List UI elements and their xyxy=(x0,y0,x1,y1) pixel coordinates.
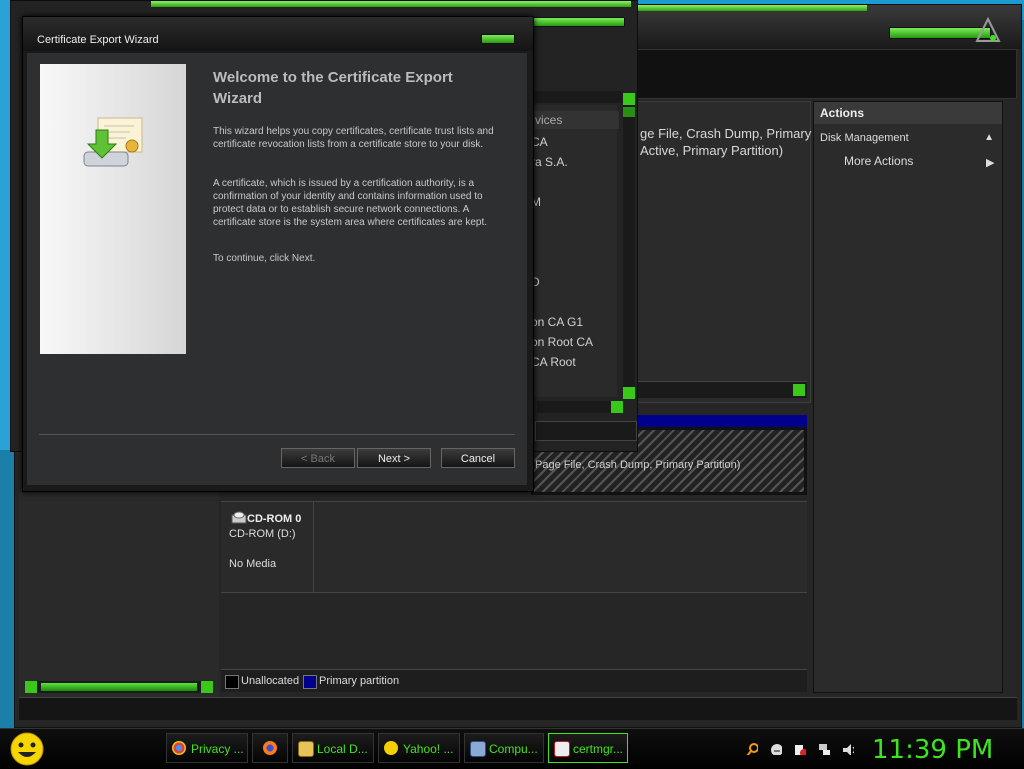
scroll-right-icon[interactable] xyxy=(793,384,805,396)
disk-legend: Unallocated Primary partition xyxy=(221,669,807,692)
computer-management-icon xyxy=(470,741,486,757)
cert-hscroll[interactable] xyxy=(537,401,623,413)
back-button[interactable]: < Back xyxy=(281,448,355,468)
logo-icon xyxy=(975,17,1001,42)
cert-list-item[interactable]: on Root CA xyxy=(531,335,593,349)
slider-right-icon[interactable] xyxy=(201,681,213,693)
messenger-status-icon[interactable] xyxy=(770,743,782,755)
network-alert-icon[interactable] xyxy=(794,743,806,755)
task-label: Compu... xyxy=(489,742,538,756)
certmgr-breadcrumb xyxy=(531,91,623,103)
unallocated-swatch xyxy=(225,675,239,689)
certificate-export-icon xyxy=(83,117,143,167)
volume-line-2: Active, Primary Partition) xyxy=(640,143,784,158)
actions-section-label: Disk Management xyxy=(820,132,909,144)
wizard-title: Certificate Export Wizard xyxy=(37,34,159,46)
start-button-smiley-icon[interactable] xyxy=(8,731,46,767)
actions-section-disk-management[interactable]: Disk Management ▲ xyxy=(814,128,1002,148)
next-button[interactable]: Next > xyxy=(357,448,431,468)
taskbar-clock[interactable]: 11:39 PM xyxy=(872,735,993,765)
wizard-intro-text: This wizard helps you copy certificates,… xyxy=(213,126,494,150)
more-actions-item[interactable]: More Actions xyxy=(844,154,913,168)
cert-column-header[interactable]: vices xyxy=(531,111,619,129)
wizard-titlebar: Certificate Export Wizard xyxy=(23,17,533,51)
volume-icon[interactable] xyxy=(842,743,854,755)
taskbar-item-local-disk[interactable]: Local D... xyxy=(292,733,374,763)
search-icon[interactable] xyxy=(746,743,758,755)
left-pane-slider[interactable] xyxy=(25,681,213,693)
certmgr-statusbar xyxy=(535,421,637,441)
cdrom-icon xyxy=(231,511,247,524)
taskbar-item-yahoo[interactable]: Yahoo! ... xyxy=(378,733,460,763)
wizard-body: Welcome to the Certificate Export Wizard… xyxy=(27,53,527,485)
volume-line-1: ge File, Crash Dump, Primary xyxy=(640,126,812,141)
wizard-description-text: A certificate, which is issued by a cert… xyxy=(213,178,487,228)
task-label: Local D... xyxy=(317,742,368,756)
wizard-continue-text: To continue, click Next. xyxy=(213,253,316,264)
scroll-thumb[interactable] xyxy=(623,107,635,117)
cancel-button[interactable]: Cancel xyxy=(441,448,515,468)
more-actions-label: More Actions xyxy=(844,154,914,168)
cert-list-item[interactable]: on CA G1 xyxy=(531,315,583,329)
partition-info: Page File, Crash Dump, Primary Partition… xyxy=(535,459,741,471)
cert-vscroll[interactable] xyxy=(623,93,635,399)
cm-statusbar xyxy=(19,697,1017,720)
taskbar: Privacy ... Local D... Yahoo! ... Compu.… xyxy=(0,728,1024,769)
wizard-sidebar-image xyxy=(40,64,186,354)
network-icon[interactable] xyxy=(818,743,830,755)
wizard-separator xyxy=(39,434,515,435)
certmgr-window-controls[interactable] xyxy=(531,17,625,27)
task-label: Yahoo! ... xyxy=(403,742,454,756)
unallocated-label: Unallocated xyxy=(241,675,300,687)
cert-list-item[interactable]: CA Root xyxy=(531,355,576,369)
certmgr-titlebar-accent xyxy=(151,1,631,7)
cdrom-title: CD-ROM 0 xyxy=(247,513,302,525)
cdrom-row[interactable]: CD-ROM 0 CD-ROM (D:) No Media xyxy=(221,501,807,593)
actions-pane: Actions Disk Management ▲ More Actions ▶ xyxy=(813,101,1003,693)
cert-list-item[interactable]: ra S.A. xyxy=(531,155,568,169)
wizard-heading: Welcome to the Certificate Export Wizard xyxy=(213,69,453,107)
primary-swatch xyxy=(303,675,317,689)
close-icon[interactable] xyxy=(481,34,515,44)
collapse-up-icon[interactable]: ▲ xyxy=(984,128,994,148)
certmgr-icon xyxy=(554,741,570,757)
scroll-up-icon[interactable] xyxy=(623,93,635,105)
yahoo-messenger-icon xyxy=(384,741,398,755)
taskbar-item-certmgr[interactable]: certmgr... xyxy=(548,733,628,763)
taskbar-item-privacy[interactable]: Privacy ... xyxy=(166,733,248,763)
task-label: Privacy ... xyxy=(191,742,244,756)
cdrom-status: No Media xyxy=(229,558,277,570)
scroll-down-icon[interactable] xyxy=(623,387,635,399)
slider-left-icon[interactable] xyxy=(25,681,37,693)
taskbar-item-firefox[interactable] xyxy=(252,733,288,763)
taskbar-item-computer-management[interactable]: Compu... xyxy=(464,733,544,763)
cdrom-drive: CD-ROM (D:) xyxy=(229,528,296,540)
scroll-right-icon[interactable] xyxy=(611,401,623,413)
actions-header: Actions xyxy=(814,102,1002,124)
cdrom-divider xyxy=(313,502,314,592)
chrome-icon xyxy=(172,741,186,755)
task-label: certmgr... xyxy=(573,742,624,756)
folder-icon xyxy=(298,741,314,757)
primary-label: Primary partition xyxy=(319,675,400,687)
firefox-icon xyxy=(263,741,277,755)
submenu-arrow-icon: ▶ xyxy=(986,157,995,169)
certificate-export-wizard: Certificate Export Wizard Welcome to the… xyxy=(22,16,534,492)
